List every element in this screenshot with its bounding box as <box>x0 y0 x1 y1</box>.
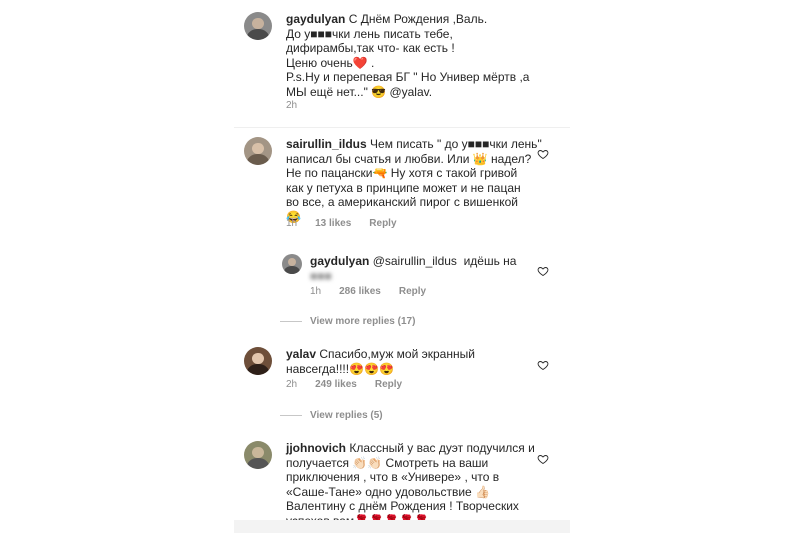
comment-username[interactable]: jjohnovich <box>286 441 346 455</box>
reply-button[interactable]: Reply <box>399 286 426 297</box>
view-replies[interactable]: View replies (5) <box>280 410 383 421</box>
blurred-text: ■■■ <box>310 268 332 283</box>
comment-username[interactable]: yalav <box>286 347 316 361</box>
comment-time: 2h <box>286 100 298 111</box>
likes-count[interactable]: 13 likes <box>315 218 351 229</box>
view-more-replies[interactable]: View more replies (17) <box>280 316 415 327</box>
comment-meta: 2h 249 likes Reply <box>286 379 402 390</box>
avatar[interactable] <box>282 254 302 274</box>
comment-meta: 1h 13 likes Reply <box>286 218 397 229</box>
divider-line <box>280 415 302 416</box>
comment-text: jjohnovich Классный у вас дуэт подучился… <box>286 441 535 528</box>
heart-icon[interactable] <box>537 148 549 160</box>
reply-text: gaydulyan @sairullin_ildus идёшь на ■■■ <box>310 254 517 283</box>
avatar[interactable] <box>244 347 272 375</box>
view-more-replies-label[interactable]: View more replies (17) <box>310 316 415 327</box>
heart-icon[interactable] <box>537 359 549 371</box>
comment-username[interactable]: gaydulyan <box>310 254 369 268</box>
likes-count[interactable]: 286 likes <box>339 286 381 297</box>
comment-username[interactable]: gaydulyan <box>286 12 345 26</box>
divider <box>234 127 570 128</box>
view-replies-label[interactable]: View replies (5) <box>310 410 383 421</box>
comment-meta: 1h 286 likes Reply <box>310 286 426 297</box>
likes-count[interactable]: 249 likes <box>315 379 357 390</box>
comment-time: 1h <box>310 286 322 297</box>
reply-button[interactable]: Reply <box>369 218 396 229</box>
comment-text: yalav Спасибо,муж мой экранный навсегда!… <box>286 347 475 376</box>
reply-button[interactable]: Reply <box>375 379 402 390</box>
avatar[interactable] <box>244 441 272 469</box>
divider-line <box>280 321 302 322</box>
avatar[interactable] <box>244 12 272 40</box>
comment-text: gaydulyan С Днём Рождения ,Валь. До у■■■… <box>286 12 530 99</box>
heart-icon[interactable] <box>537 265 549 277</box>
comment-time: 2h <box>286 379 298 390</box>
bottom-strip <box>234 520 570 533</box>
comment-time: 1h <box>286 218 298 229</box>
comment-meta: 2h <box>286 100 297 111</box>
comment-username[interactable]: sairullin_ildus <box>286 137 367 151</box>
avatar[interactable] <box>244 137 272 165</box>
heart-icon[interactable] <box>537 453 549 465</box>
comment-text: sairullin_ildus Чем писать " до у■■■чки … <box>286 137 542 224</box>
comments-feed: gaydulyan С Днём Рождения ,Валь. До у■■■… <box>234 0 570 533</box>
